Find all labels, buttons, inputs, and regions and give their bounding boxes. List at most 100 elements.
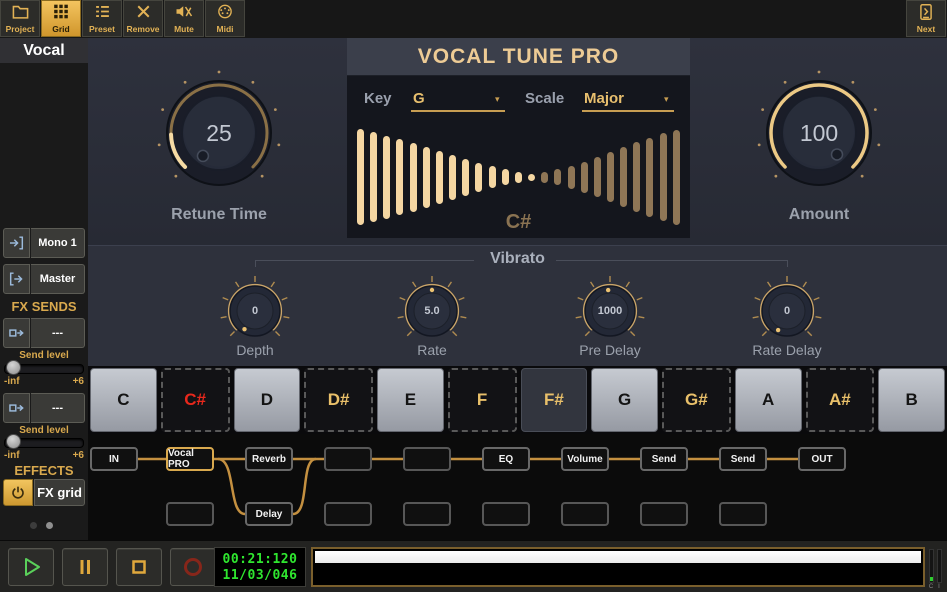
- send-level-slider-1[interactable]: [4, 360, 84, 376]
- meter-green-segment: [930, 577, 933, 581]
- waveform-bar: [383, 136, 390, 219]
- waveform-bar: [370, 132, 377, 222]
- depth-knob[interactable]: 0: [217, 273, 293, 349]
- meter-label-left: C: [928, 584, 934, 590]
- amount-knob[interactable]: 100: [754, 68, 884, 198]
- waveform-bar: [528, 174, 535, 181]
- fx-slot-empty[interactable]: [482, 502, 530, 526]
- fx-slot-empty[interactable]: [403, 502, 451, 526]
- track-name-tab[interactable]: Vocal: [0, 38, 88, 63]
- fx-slot-send[interactable]: Send: [719, 447, 767, 471]
- remove-label: Remove: [126, 25, 159, 34]
- waveform-bar: [607, 152, 614, 202]
- key-label: Key: [364, 90, 392, 107]
- remove-button[interactable]: Remove: [123, 0, 163, 37]
- detected-note: C#: [347, 211, 690, 234]
- midi-button[interactable]: Midi: [205, 0, 245, 37]
- slider-thumb[interactable]: [6, 434, 21, 449]
- preset-button[interactable]: Preset: [82, 0, 122, 37]
- waveform-bar: [396, 139, 403, 215]
- key-G[interactable]: G: [591, 368, 658, 432]
- project-button[interactable]: Project: [0, 0, 40, 37]
- play-button[interactable]: [8, 548, 54, 586]
- output-icon: [3, 264, 30, 294]
- key-D-sharp[interactable]: D#: [304, 368, 373, 432]
- fx-slot-empty[interactable]: [640, 502, 688, 526]
- fx-slot-reverb[interactable]: Reverb: [245, 447, 293, 471]
- key-G-sharp[interactable]: G#: [662, 368, 731, 432]
- app-window: Project Grid Preset R: [0, 0, 947, 592]
- waveform-bar: [581, 162, 588, 193]
- page-dot-1[interactable]: [30, 522, 37, 529]
- scale-value[interactable]: Major: [584, 90, 624, 107]
- send-level-slider-2[interactable]: [4, 434, 84, 450]
- fx-slot-send[interactable]: Send: [640, 447, 688, 471]
- pause-button[interactable]: [62, 548, 108, 586]
- rate-value: 5.0: [394, 273, 470, 349]
- output-routing-button[interactable]: Master: [3, 264, 85, 294]
- fx-slot-in[interactable]: IN: [90, 447, 138, 471]
- retune-time-knob[interactable]: 25: [154, 68, 284, 198]
- effects-power-button[interactable]: [3, 479, 33, 506]
- fx-send-slot-2[interactable]: ---: [3, 393, 85, 423]
- fx-send-slot-1[interactable]: ---: [3, 318, 85, 348]
- top-toolbar: Project Grid Preset R: [0, 0, 947, 38]
- fx-send-slot-2-label: ---: [31, 393, 85, 423]
- folder-icon: [12, 4, 29, 19]
- play-icon: [18, 554, 44, 580]
- fx-grid: IN Vocal PRO Reverb EQ Volume Send Send OUT Dela…: [88, 434, 947, 540]
- input-icon: [3, 228, 30, 258]
- timeline-scrubber[interactable]: [311, 547, 925, 587]
- vibrato-bracket-right: [556, 260, 788, 267]
- next-button[interactable]: Next: [906, 0, 946, 37]
- input-routing-button[interactable]: Mono 1: [3, 228, 85, 258]
- waveform-bar: [620, 147, 627, 207]
- record-button[interactable]: [170, 548, 216, 586]
- level-meter-left: [929, 549, 934, 583]
- plugin-title: VOCAL TUNE PRO: [418, 45, 619, 69]
- mute-button[interactable]: Mute: [164, 0, 204, 37]
- amount-label: Amount: [719, 206, 919, 224]
- key-F[interactable]: F: [448, 368, 517, 432]
- key-D[interactable]: D: [234, 368, 301, 432]
- fx-slot-empty[interactable]: [324, 447, 372, 471]
- fx-slot-vocal-pro[interactable]: Vocal PRO: [166, 447, 214, 471]
- key-E[interactable]: E: [377, 368, 444, 432]
- fx-slot-eq[interactable]: EQ: [482, 447, 530, 471]
- grid-button[interactable]: Grid: [41, 0, 81, 37]
- fx-send-slot-1-label: ---: [31, 318, 85, 348]
- fx-slot-empty[interactable]: [324, 502, 372, 526]
- fx-slot-empty[interactable]: [561, 502, 609, 526]
- key-F-sharp[interactable]: F#: [521, 368, 588, 432]
- preset-label: Preset: [89, 25, 115, 34]
- rate-delay-knob[interactable]: 0: [749, 273, 825, 349]
- time-value: 00:21:120: [223, 552, 298, 567]
- fx-grid-button[interactable]: FX grid: [34, 479, 85, 506]
- key-dropdown-caret[interactable]: ▾: [495, 94, 500, 105]
- plugin-header: VOCAL TUNE PRO: [347, 38, 690, 76]
- slider-thumb[interactable]: [6, 360, 21, 375]
- fx-slot-empty[interactable]: [403, 447, 451, 471]
- fx-slot-out[interactable]: OUT: [798, 447, 846, 471]
- fx-slot-delay[interactable]: Delay: [245, 502, 293, 526]
- waveform-bar: [410, 143, 417, 212]
- key-B[interactable]: B: [878, 368, 945, 432]
- scale-dropdown-caret[interactable]: ▾: [664, 94, 669, 105]
- send-max-2: +6: [73, 450, 84, 461]
- pre-delay-knob[interactable]: 1000: [572, 273, 648, 349]
- fx-slot-empty[interactable]: [719, 502, 767, 526]
- send-icon: [3, 318, 30, 348]
- page-dot-2[interactable]: [46, 522, 53, 529]
- key-C[interactable]: C: [90, 368, 157, 432]
- fx-slot-volume[interactable]: Volume: [561, 447, 609, 471]
- fx-slot-empty[interactable]: [166, 502, 214, 526]
- next-device-icon: [919, 4, 933, 20]
- grid-label: Grid: [52, 25, 69, 34]
- key-A-sharp[interactable]: A#: [806, 368, 875, 432]
- retune-time-label: Retune Time: [119, 206, 319, 224]
- stop-button[interactable]: [116, 548, 162, 586]
- key-A[interactable]: A: [735, 368, 802, 432]
- key-C-sharp[interactable]: C#: [161, 368, 230, 432]
- rate-knob[interactable]: 5.0: [394, 273, 470, 349]
- key-value[interactable]: G: [413, 90, 425, 107]
